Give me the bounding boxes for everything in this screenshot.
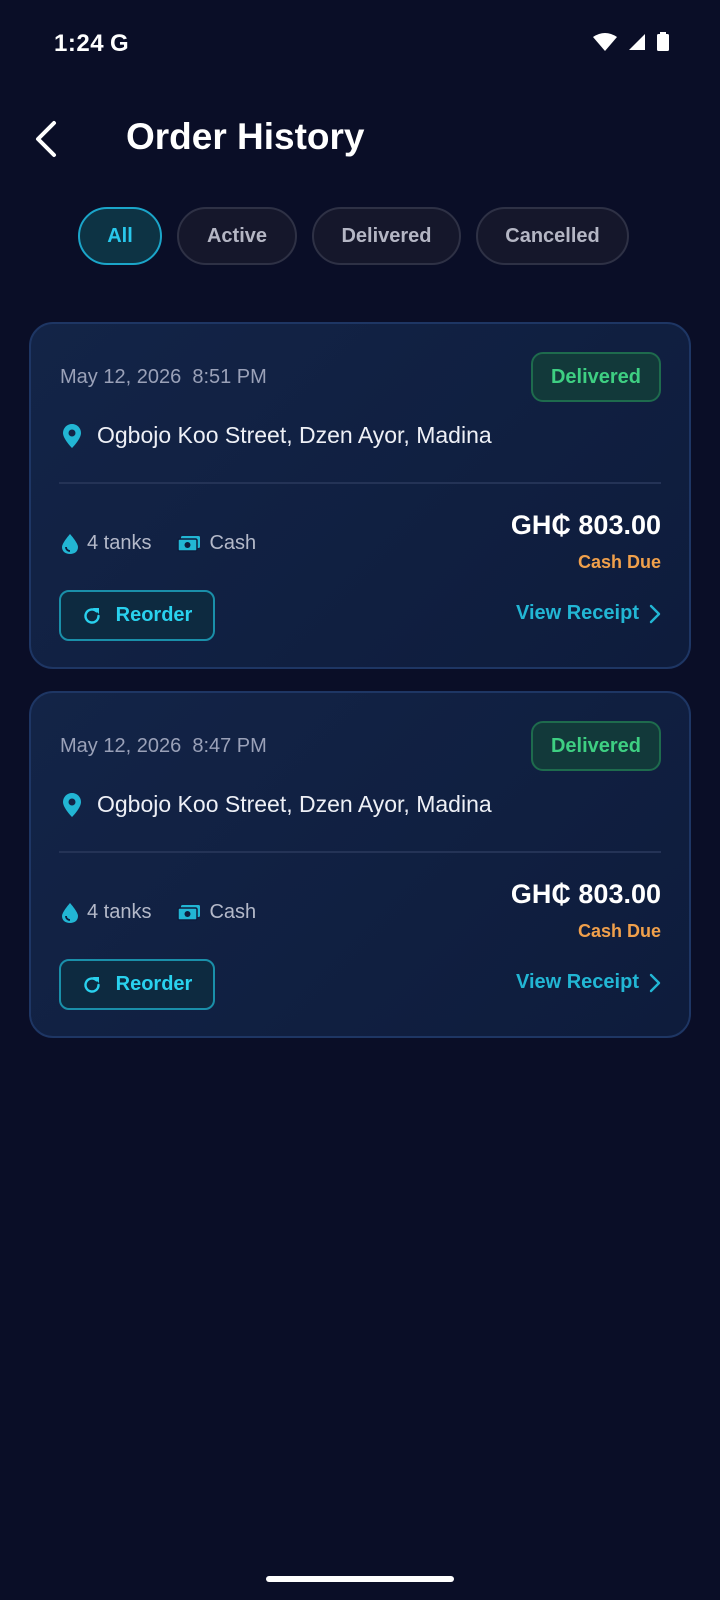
tab-active[interactable]: Active (177, 207, 297, 265)
signal-icon (628, 33, 646, 51)
order-meta: 4 tanks Cash (61, 532, 256, 555)
reorder-label: Reorder (115, 973, 193, 995)
refresh-icon (82, 606, 102, 626)
order-date: May 12, 2026 (60, 735, 182, 757)
tank-count: 4 tanks (87, 532, 152, 554)
divider (59, 851, 661, 853)
payment-method: Cash (209, 532, 257, 554)
chevron-left-icon (32, 120, 58, 158)
reorder-button[interactable]: Reorder (59, 959, 215, 1010)
back-button[interactable] (20, 114, 70, 164)
payment-status: Cash Due (577, 552, 661, 572)
water-drop-icon (61, 533, 79, 555)
order-card[interactable]: May 12, 2026 8:51 PM Delivered Ogbojo Ko… (29, 322, 691, 669)
order-history-screen: 1:24 G Order History All Active Delivere… (0, 0, 720, 1600)
order-amount: GH₵ 803.00 (510, 879, 661, 909)
location-pin-icon (63, 423, 81, 448)
order-meta: 4 tanks Cash (61, 901, 256, 924)
order-time: 8:47 PM (192, 735, 267, 757)
status-icons (592, 32, 670, 52)
chevron-right-icon (649, 973, 661, 993)
status-bar: 1:24 G (0, 0, 720, 80)
order-time: 8:51 PM (192, 366, 267, 388)
refresh-icon (82, 975, 102, 995)
view-receipt-label: View Receipt (515, 971, 639, 993)
battery-icon (656, 32, 670, 52)
order-date: May 12, 2026 (60, 366, 182, 388)
wifi-icon (592, 32, 618, 52)
payment-status: Cash Due (577, 921, 661, 941)
tank-count: 4 tanks (87, 901, 152, 923)
address-row: Ogbojo Koo Street, Dzen Ayor, Madina (63, 791, 492, 818)
home-indicator[interactable] (266, 1576, 454, 1582)
view-receipt-label: View Receipt (515, 602, 639, 624)
filter-tabs: All Active Delivered Cancelled (78, 207, 629, 265)
cash-icon (177, 535, 201, 553)
google-g-icon: G (110, 30, 129, 57)
tab-all[interactable]: All (78, 207, 162, 265)
reorder-button[interactable]: Reorder (59, 590, 215, 641)
header: Order History (0, 100, 720, 180)
status-time: 1:24 (54, 30, 105, 57)
water-drop-icon (61, 902, 79, 924)
cash-icon (177, 904, 201, 922)
view-receipt-link[interactable]: View Receipt (516, 602, 661, 625)
order-address: Ogbojo Koo Street, Dzen Ayor, Madina (97, 422, 492, 448)
reorder-label: Reorder (115, 604, 193, 626)
page-title: Order History (126, 116, 365, 157)
order-datetime: May 12, 2026 8:51 PM (60, 366, 267, 389)
status-badge: Delivered (531, 352, 661, 402)
location-pin-icon (63, 792, 81, 817)
order-amount: GH₵ 803.00 (510, 510, 661, 540)
address-row: Ogbojo Koo Street, Dzen Ayor, Madina (63, 422, 492, 449)
order-address: Ogbojo Koo Street, Dzen Ayor, Madina (97, 791, 492, 817)
payment-method: Cash (209, 901, 257, 923)
divider (59, 482, 661, 484)
tab-cancelled[interactable]: Cancelled (476, 207, 629, 265)
order-card[interactable]: May 12, 2026 8:47 PM Delivered Ogbojo Ko… (29, 691, 691, 1038)
tab-delivered[interactable]: Delivered (312, 207, 461, 265)
chevron-right-icon (649, 604, 661, 624)
view-receipt-link[interactable]: View Receipt (516, 971, 661, 994)
order-datetime: May 12, 2026 8:47 PM (60, 735, 267, 758)
status-badge: Delivered (531, 721, 661, 771)
